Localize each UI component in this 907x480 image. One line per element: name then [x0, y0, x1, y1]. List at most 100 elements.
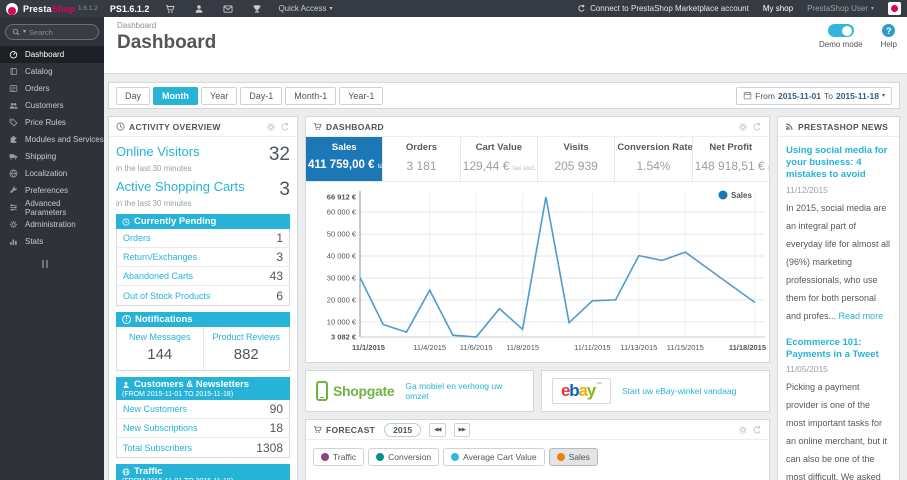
sidebar-item-label: Dashboard: [25, 50, 65, 59]
tab-month[interactable]: Month: [153, 86, 199, 105]
sales-dot-icon: [556, 453, 565, 461]
average-cart-value-dot-icon: [451, 453, 460, 461]
kpi-visits[interactable]: Visits 205 939: [538, 137, 616, 181]
previous-year-button[interactable]: ◀◀: [429, 422, 446, 437]
sidebar-item-shipping[interactable]: Shipping: [0, 148, 104, 165]
row-label[interactable]: New Subscriptions: [123, 423, 198, 433]
kpi-orders[interactable]: Orders 3 181: [383, 137, 461, 181]
row-label[interactable]: New Customers: [123, 404, 187, 414]
list-item: Out of Stock Products 6: [117, 286, 289, 305]
online-visitors-subtitle: in the last 30 minutes: [116, 164, 192, 173]
tab-year-1[interactable]: Year-1: [339, 86, 384, 105]
shop-version-label: PS1.6.1.2: [109, 3, 150, 14]
marketplace-link[interactable]: Connect to PrestaShop Marketplace accoun…: [577, 4, 749, 13]
conversion-dot-icon: [376, 453, 385, 461]
read-more-link[interactable]: Read more: [839, 311, 884, 321]
bar-chart-icon: [9, 237, 18, 246]
row-label[interactable]: Out of Stock Products: [123, 291, 211, 301]
breadcrumb[interactable]: Dashboard: [117, 21, 907, 30]
sidebar-collapse-button[interactable]: [42, 260, 104, 268]
list-item: Product Reviews 882: [202, 327, 290, 370]
trophy-icon[interactable]: [252, 4, 262, 14]
tab-day-1[interactable]: Day-1: [240, 86, 283, 105]
svg-text:30 000 €: 30 000 €: [327, 273, 357, 282]
active-carts-label[interactable]: Active Shopping Carts: [116, 179, 245, 194]
my-shop-link[interactable]: My shop: [763, 4, 793, 13]
next-year-button[interactable]: ▶▶: [453, 422, 471, 437]
sliders-icon: [9, 203, 18, 212]
sidebar-item-administration[interactable]: Administration: [0, 216, 104, 233]
legend-conversion-button[interactable]: Conversion: [368, 448, 440, 466]
row-label[interactable]: Orders: [123, 233, 151, 243]
legend-sales-button[interactable]: Sales: [548, 448, 598, 466]
sidebar-item-label: Localization: [25, 169, 68, 178]
avatar[interactable]: [888, 2, 901, 15]
prestashop-logo[interactable]: [6, 2, 18, 15]
activity-overview-panel: ACTIVITY OVERVIEW Online Visitors 32 in …: [108, 116, 298, 480]
sidebar-item-dashboard[interactable]: Dashboard: [0, 46, 104, 63]
tab-month-1[interactable]: Month-1: [285, 86, 337, 105]
help-icon[interactable]: ?: [882, 24, 896, 37]
person-icon: [122, 381, 130, 389]
brand-name[interactable]: PrestaShop: [23, 4, 75, 14]
shopgate-link[interactable]: Ga mobiel en verhoog uw omzet: [405, 381, 523, 401]
quick-access-menu[interactable]: Quick Access ▾: [278, 4, 332, 13]
refresh-icon[interactable]: [280, 122, 290, 132]
legend-average-cart-value-button[interactable]: Average Cart Value: [443, 448, 545, 466]
row-value: 90: [269, 402, 283, 416]
sidebar-item-price-rules[interactable]: Price Rules: [0, 114, 104, 131]
sidebar-item-modules-and-services[interactable]: Modules and Services: [0, 131, 104, 148]
svg-text:11/15/2015: 11/15/2015: [667, 343, 704, 352]
refresh-icon[interactable]: [752, 425, 762, 435]
kpi-sales[interactable]: Sales411 759,00 € tax excl.: [306, 137, 384, 181]
trademark-icon: ™: [595, 382, 602, 388]
sales-line-chart: 66 912 € 60 000 € 50 000 € 40 000 € 30 000 €…: [327, 190, 766, 352]
cell-label[interactable]: New Messages: [117, 332, 203, 342]
active-carts-subtitle: in the last 30 minutes: [116, 199, 192, 208]
sidebar-search[interactable]: ▾: [5, 24, 99, 40]
cart-icon[interactable]: [165, 4, 175, 14]
sidebar-item-stats[interactable]: Stats: [0, 233, 104, 250]
main-content: Dashboard Dashboard Demo mode ? Help Day…: [104, 17, 907, 480]
ebay-banner[interactable]: e b a y ™ Start uw eBay-winkel vandaag: [541, 370, 770, 412]
sidebar-item-orders[interactable]: Orders: [0, 80, 104, 97]
article-title[interactable]: Ecommerce 101: Payments in a Tweet: [786, 337, 891, 361]
rss-icon: [785, 122, 794, 131]
row-label[interactable]: Abandoned Carts: [123, 271, 193, 281]
ebay-link[interactable]: Start uw eBay-winkel vandaag: [622, 386, 736, 396]
article-date: 11/05/2015: [786, 364, 828, 375]
sidebar-item-catalog[interactable]: Catalog: [0, 63, 104, 80]
envelope-icon[interactable]: [223, 4, 233, 14]
shopgate-banner[interactable]: Shopgate Ga mobiel en verhoog uw omzet: [305, 370, 534, 412]
chevron-down-icon[interactable]: ▾: [23, 29, 26, 35]
kpi-conversion-rate[interactable]: Conversion Rate 1.54%: [615, 137, 693, 181]
demo-mode-toggle[interactable]: [827, 24, 854, 37]
cell-label[interactable]: Product Reviews: [204, 332, 290, 342]
refresh-icon[interactable]: [752, 122, 762, 132]
row-label[interactable]: Total Subscribers: [123, 443, 192, 453]
tab-day[interactable]: Day: [116, 86, 151, 105]
sidebar-item-preferences[interactable]: Preferences: [0, 182, 104, 199]
row-label[interactable]: Return/Exchanges: [123, 252, 197, 262]
kpi-net-profit[interactable]: Net Profit148 918,51 € tax excl.: [693, 137, 769, 181]
puzzle-icon: [9, 135, 18, 144]
sidebar-item-customers[interactable]: Customers: [0, 97, 104, 114]
tab-year[interactable]: Year: [201, 86, 238, 105]
brand-version: 1.6.1.2: [78, 5, 98, 12]
gear-icon[interactable]: [738, 425, 748, 435]
legend-traffic-button[interactable]: Traffic: [313, 448, 365, 466]
employee-icon[interactable]: [194, 4, 204, 14]
gear-icon[interactable]: [266, 122, 276, 132]
sidebar-item-advanced-parameters[interactable]: Advanced Parameters: [0, 199, 104, 217]
online-visitors-label[interactable]: Online Visitors: [116, 144, 200, 159]
search-icon[interactable]: [12, 28, 20, 36]
article-title[interactable]: Using social media for your business: 4 …: [786, 145, 891, 181]
kpi-cart-value[interactable]: Cart Value 129,44 € tax excl.: [461, 137, 538, 181]
sidebar-item-localization[interactable]: Localization: [0, 165, 104, 182]
date-range-picker[interactable]: From 2015-11-01 To 2015-11-18 ▾: [736, 86, 892, 105]
search-input[interactable]: [29, 27, 82, 37]
gear-icon[interactable]: [738, 122, 748, 132]
sidebar-item-label: Administration: [25, 220, 76, 229]
user-menu[interactable]: PrestaShop User ▾: [807, 4, 874, 13]
forecast-year[interactable]: 2015: [384, 422, 422, 437]
